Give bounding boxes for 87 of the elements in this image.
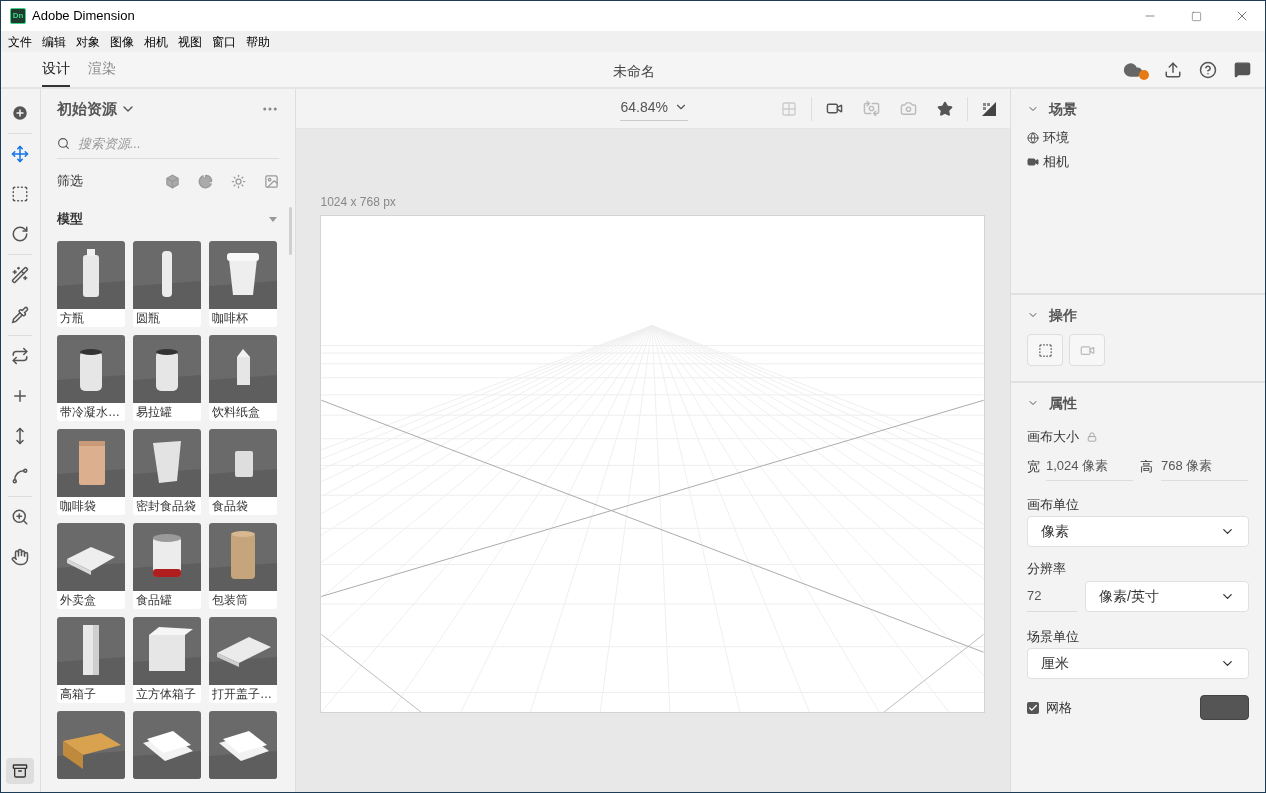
asset-card[interactable]: 外卖盒 [56, 523, 125, 609]
asset-label: 咖啡杯 [210, 310, 249, 327]
menu-item[interactable]: 帮助 [241, 32, 275, 51]
document-title: 未命名 [613, 62, 655, 81]
filter-label: 筛选 [56, 172, 83, 191]
asset-card[interactable]: 食品袋 [208, 429, 277, 515]
asset-card[interactable]: 咖啡杯 [208, 241, 277, 327]
share-icon[interactable] [1164, 60, 1182, 79]
resolution-field[interactable]: 72 [1027, 580, 1077, 612]
width-field[interactable]: 1,024 像素 [1046, 452, 1133, 481]
menu-item[interactable]: 窗口 [207, 32, 241, 51]
height-field[interactable]: 768 像素 [1161, 452, 1248, 481]
asset-card[interactable]: 包装筒 [208, 523, 277, 609]
asset-label: 方瓶 [58, 310, 85, 327]
asset-card[interactable] [132, 711, 201, 779]
scene-unit-dropdown[interactable]: 厘米 [1027, 648, 1249, 679]
asset-label: 带冷凝水… [58, 404, 121, 421]
asset-label: 圆瓶 [134, 310, 161, 327]
grid-checkbox[interactable] [1027, 701, 1039, 714]
tab[interactable]: 设计 [42, 52, 70, 87]
asset-label: 饮料纸盒 [210, 404, 261, 421]
field-label: 画布单位 [1027, 495, 1080, 514]
section-title[interactable]: 场景 [1049, 98, 1077, 120]
asset-card[interactable]: 咖啡袋 [56, 429, 125, 515]
canvas-size-label: 1024 x 768 px [320, 194, 397, 211]
chat-icon[interactable] [1234, 61, 1251, 78]
help-icon[interactable] [1199, 60, 1217, 79]
grid-color-swatch[interactable] [1200, 695, 1249, 720]
asset-label: 立方体箱子 [134, 686, 197, 703]
asset-card[interactable] [208, 711, 277, 779]
menu-item[interactable]: 相机 [139, 32, 173, 51]
asset-label: 外卖盒 [58, 592, 97, 609]
asset-card[interactable]: 圆瓶 [132, 241, 201, 327]
menu-item[interactable]: 视图 [173, 32, 207, 51]
section-title[interactable]: 操作 [1049, 304, 1077, 326]
checkbox-label: 网格 [1046, 698, 1072, 717]
asset-label: 打开盖子… [210, 686, 273, 703]
render-preview-icon[interactable] [982, 101, 996, 116]
menu-item[interactable]: 对象 [71, 32, 105, 51]
asset-label: 咖啡袋 [58, 498, 97, 515]
field-label: 宽 [1027, 457, 1040, 476]
scene-item[interactable]: 相机 [1027, 153, 1249, 171]
search-icon [56, 137, 70, 150]
field-label: 高 [1140, 457, 1153, 476]
asset-card[interactable]: 方瓶 [56, 241, 125, 327]
maximize-icon [1190, 10, 1202, 22]
globe-icon [1027, 132, 1039, 144]
bookmark-camera-icon[interactable] [937, 100, 953, 117]
panel-title[interactable]: 初始资源 [56, 97, 117, 121]
asset-label: 高箱子 [58, 686, 97, 703]
asset-label: 密封食品袋 [134, 498, 197, 515]
asset-card[interactable]: 易拉罐 [132, 335, 201, 421]
collapse-caret-icon[interactable] [269, 216, 278, 222]
menu-item[interactable]: 图像 [105, 32, 139, 51]
model-filter-icon[interactable] [165, 173, 181, 189]
archive-icon[interactable] [6, 758, 35, 784]
asset-card[interactable]: 密封食品袋 [132, 429, 201, 515]
window-title: Adobe Dimension [32, 7, 135, 26]
light-filter-icon[interactable] [231, 173, 247, 189]
asset-card[interactable]: 食品罐 [132, 523, 201, 609]
app-logo: Dn [10, 8, 26, 24]
scene-item[interactable]: 环境 [1027, 129, 1249, 147]
asset-card[interactable] [56, 711, 125, 779]
section-title[interactable]: 模型 [56, 209, 83, 229]
asset-label: 易拉罐 [134, 404, 173, 421]
image-filter-icon[interactable] [264, 173, 280, 189]
section-title[interactable]: 属性 [1049, 392, 1077, 414]
field-label: 分辨率 [1027, 560, 1067, 578]
zoom-dropdown[interactable]: 64.84% [620, 96, 688, 121]
resolution-unit-dropdown[interactable]: 像素/英寸 [1085, 580, 1249, 612]
asset-card[interactable]: 饮料纸盒 [208, 335, 277, 421]
menu-item[interactable]: 文件 [3, 32, 37, 51]
asset-card[interactable]: 高箱子 [56, 617, 125, 703]
field-label: 画布大小 [1027, 428, 1079, 446]
asset-label: 食品袋 [210, 498, 249, 515]
search-field[interactable]: 搜索资源... [77, 129, 280, 158]
fit-canvas-button[interactable] [1027, 334, 1063, 366]
menu-item[interactable]: 编辑 [37, 32, 71, 51]
asset-label: 包装筒 [210, 592, 249, 609]
asset-card[interactable]: 立方体箱子 [132, 617, 201, 703]
asset-card[interactable]: 打开盖子… [208, 617, 277, 703]
asset-card[interactable]: 带冷凝水… [56, 335, 125, 421]
lock-icon[interactable] [1087, 431, 1097, 442]
camera-icon [1027, 156, 1039, 168]
canvas-unit-dropdown[interactable]: 像素 [1027, 516, 1249, 547]
asset-label: 食品罐 [134, 592, 173, 609]
field-label: 场景单位 [1027, 627, 1080, 646]
